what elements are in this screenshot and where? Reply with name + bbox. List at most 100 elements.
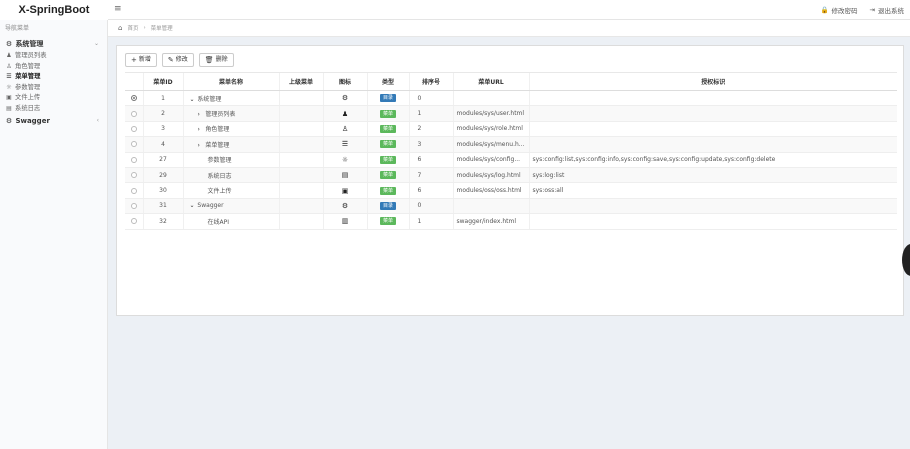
menu-name: 角色管理	[205, 126, 230, 134]
sidebar-item-4[interactable]: ▣ 文件上传	[0, 93, 107, 104]
column-header: 上级菜单	[278, 72, 323, 91]
row-radio[interactable]	[130, 125, 137, 132]
table-row[interactable]: 3 › 角色管理 ♙ 菜单 2 modules/sys/role.html	[125, 121, 897, 138]
sidebar-group-label: Swagger	[15, 117, 50, 125]
edit-button[interactable]: ✎ 修改	[161, 53, 194, 67]
tree-toggle-icon[interactable]: ›	[198, 142, 204, 149]
add-button[interactable]: + 新增	[125, 53, 157, 67]
row-radio[interactable]	[130, 95, 137, 102]
menu-type-cell: 菜单	[366, 152, 409, 168]
row-radio[interactable]	[130, 141, 137, 148]
row-select-cell	[125, 167, 143, 184]
menu-name-cell: 参数管理	[182, 152, 279, 168]
column-header: 排序号	[408, 72, 453, 91]
sidebar-item-5[interactable]: ▤ 系统日志	[0, 104, 107, 115]
menu-type-cell: 菜单	[366, 121, 409, 138]
menu-url-cell: modules/sys/user.html	[452, 105, 529, 122]
menu-toggle-icon[interactable]: ≡	[114, 4, 124, 14]
gear-icon: ⚙	[341, 94, 349, 103]
order-cell: 1	[408, 105, 453, 122]
home-icon[interactable]: ⌂	[118, 24, 122, 32]
parent-menu-cell	[278, 213, 323, 230]
perms-cell	[528, 105, 897, 122]
add-button-label: 新增	[138, 56, 151, 63]
row-radio[interactable]	[130, 110, 137, 117]
sidebar-item-label: 系统日志	[15, 104, 41, 112]
logout-label: 退出系统	[878, 7, 904, 15]
sidebar-item-label: 参数管理	[15, 83, 41, 91]
row-radio[interactable]	[130, 202, 137, 209]
table-row[interactable]: 27 参数管理 ☼ 菜单 6 modules/sys/config... sys:confi…	[125, 152, 897, 168]
sun-icon: ☼	[6, 83, 12, 91]
tree-toggle-icon[interactable]: ⌄	[190, 202, 196, 209]
sidebar-item-2[interactable]: ☰ 菜单管理	[0, 72, 107, 83]
tree-toggle-icon[interactable]: ›	[198, 111, 204, 118]
column-header: 菜单ID	[142, 72, 183, 91]
menu-type-cell: 菜单	[366, 213, 409, 230]
menu-name-cell: ⌄ Swagger	[182, 198, 279, 215]
change-password-link[interactable]: 🔒 修改密码	[820, 5, 857, 15]
table-body: 1 ⌄ 系统管理 ⚙ 目录 0 2 › 管理员列表 ♟ 菜单 1 modules/sys/user.…	[125, 90, 897, 230]
perms-cell	[528, 198, 897, 215]
menu-icon-cell: ⚙	[322, 198, 367, 215]
table-header-row: 菜单ID 菜单名称 上级菜单 图标 类型 排序号 菜单URL 授权标识	[125, 72, 897, 91]
parent-menu-cell	[278, 121, 323, 138]
parent-menu-cell	[278, 167, 323, 184]
menu-type-cell: 菜单	[366, 182, 409, 199]
file-text-icon: ▤	[6, 104, 12, 112]
sidebar-group-1[interactable]: ⚙ Swagger ‹	[0, 114, 107, 128]
menu-name: 系统日志	[207, 172, 232, 180]
sidebar-heading: 导航菜单	[5, 25, 30, 32]
logout-link[interactable]: ⇥ 退出系统	[870, 5, 904, 15]
table-row[interactable]: 29 系统日志 ▤ 菜单 7 modules/sys/log.html sys:log:li…	[125, 167, 897, 184]
order-cell: 0	[408, 198, 453, 215]
sidebar-item-1[interactable]: ♙ 角色管理	[0, 62, 107, 73]
column-header: 菜单URL	[452, 72, 529, 91]
user-icon: ♟	[341, 109, 349, 118]
chevron-icon: ⌄	[93, 40, 99, 47]
sidebar-group-0[interactable]: ⚙ 系统管理 ⌄	[0, 37, 107, 51]
perms-cell	[528, 90, 897, 107]
list-icon: ☰	[6, 73, 12, 80]
edit-icon: ✎	[167, 56, 174, 64]
tree-toggle-icon[interactable]: ⌄	[190, 96, 196, 103]
row-select-cell	[125, 105, 143, 122]
sidebar-item-0[interactable]: ♟ 管理员列表	[0, 51, 107, 62]
menu-type-cell: 目录	[366, 90, 409, 107]
table-row[interactable]: 4 › 菜单管理 ☰ 菜单 3 modules/sys/menu.h...	[125, 136, 897, 153]
menu-url-cell: modules/sys/log.html	[452, 167, 529, 184]
table-row[interactable]: 2 › 管理员列表 ♟ 菜单 1 modules/sys/user.html	[125, 105, 897, 122]
menu-type-badge: 菜单	[379, 171, 396, 180]
sidebar-item-3[interactable]: ☼ 参数管理	[0, 83, 107, 94]
row-radio[interactable]	[130, 172, 137, 179]
row-select-cell	[125, 136, 143, 153]
order-cell: 6	[408, 152, 453, 168]
table-row[interactable]: 30 文件上传 ▣ 菜单 6 modules/oss/oss.html sys:oss:al…	[125, 182, 897, 199]
sidebar-item-label: 文件上传	[15, 94, 41, 101]
app-logo[interactable]: X-SpringBoot	[0, 0, 108, 20]
tree-toggle-icon[interactable]: ›	[198, 126, 204, 133]
menu-type-badge: 菜单	[379, 124, 396, 133]
menu-name-cell: › 菜单管理	[182, 136, 279, 153]
row-radio[interactable]	[130, 218, 137, 225]
menu-name-cell: 在线API	[182, 213, 279, 230]
table-row[interactable]: 1 ⌄ 系统管理 ⚙ 目录 0	[125, 90, 897, 107]
breadcrumb-home[interactable]: 首页	[127, 24, 138, 32]
row-radio[interactable]	[130, 156, 137, 163]
sidebar: 导航菜单 ⚙ 系统管理 ⌄ ♟ 管理员列表 ♙ 角色管理 ☰ 菜单管理 ☼ 参数管理 ▣ 文…	[0, 20, 108, 449]
row-select-cell	[125, 152, 143, 168]
menu-name: 参数管理	[207, 157, 232, 165]
menu-icon-cell: ⚙	[322, 90, 367, 107]
perms-cell: sys:log:list	[528, 167, 897, 184]
menu-url-cell	[452, 90, 529, 107]
row-radio[interactable]	[130, 187, 137, 194]
menu-name-cell: 文件上传	[182, 182, 279, 199]
table-row[interactable]: 31 ⌄ Swagger ⚙ 目录 0	[125, 198, 897, 215]
menu-id-cell: 29	[142, 167, 183, 184]
menu-url-cell: modules/sys/menu.h...	[452, 136, 529, 153]
menu-id-cell: 1	[142, 90, 183, 107]
delete-button[interactable]: 🗑 删除	[198, 53, 234, 67]
menu-icon-cell: ☰	[322, 136, 367, 153]
menu-id-cell: 3	[142, 121, 183, 138]
table-row[interactable]: 32 在线API ▥ 菜单 1 swagger/index.html	[125, 213, 897, 230]
